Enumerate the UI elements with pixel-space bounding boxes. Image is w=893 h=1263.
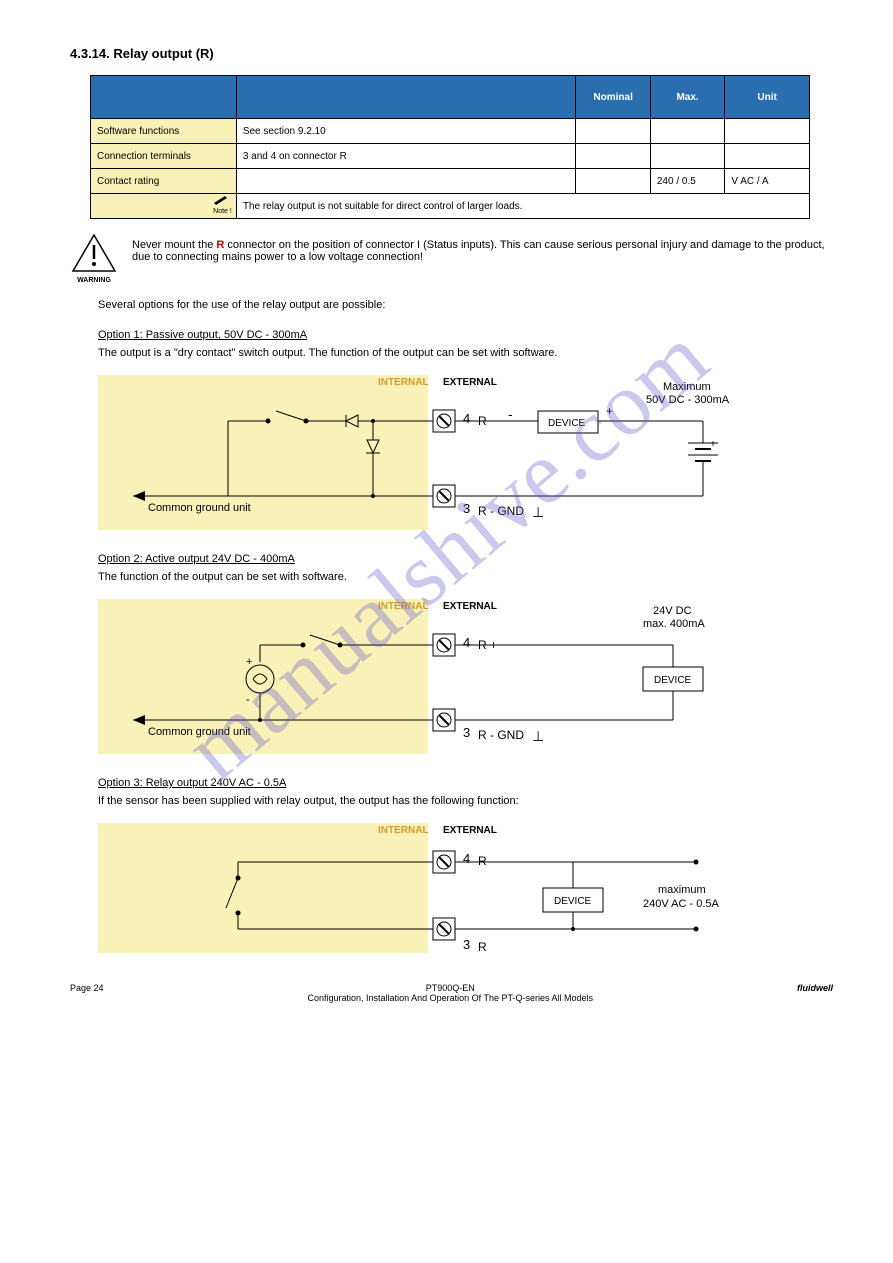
row-col2: See section 9.2.10 [236, 119, 576, 144]
diagram-3-wrap: INTERNAL EXTERNAL 4 R 3 R D [98, 813, 833, 963]
pin3: 3 [463, 725, 470, 740]
row-unit [725, 119, 810, 144]
minus: - [246, 694, 250, 706]
diagram-1: INTERNAL EXTERNAL Maximum 50V DC - 300mA… [98, 365, 798, 535]
diagram-2: INTERNAL EXTERNAL 24V DC max. 400mA 4 R … [98, 589, 798, 759]
row-nom [576, 119, 650, 144]
th-nominal: Nominal [576, 76, 650, 119]
warning-block: WARNING Never mount the R connector on t… [70, 233, 833, 285]
row-col2 [236, 169, 576, 194]
spec-table: Nominal Max. Unit Software functions See… [90, 75, 810, 219]
max-line1: 24V DC [653, 605, 692, 617]
row-nom [576, 169, 650, 194]
row-unit [725, 144, 810, 169]
common-ground: Common ground unit [148, 502, 251, 514]
label-external: EXTERNAL [443, 377, 497, 388]
table-row: Connection terminals 3 and 4 on connecto… [91, 144, 810, 169]
max-line2: max. 400mA [643, 618, 705, 630]
diagram-1-wrap: INTERNAL EXTERNAL Maximum 50V DC - 300mA… [98, 365, 833, 535]
table-row: Contact rating 240 / 0.5 V AC / A [91, 169, 810, 194]
option2-desc: The function of the output can be set wi… [98, 571, 833, 583]
row-unit: V AC / A [725, 169, 810, 194]
device-label: DEVICE [554, 896, 592, 907]
r-top: R [478, 854, 487, 868]
warn-prefix: Never mount the [132, 239, 216, 251]
body-text: Several options for the use of the relay… [98, 299, 833, 311]
th-max: Max. [650, 76, 724, 119]
rgnd-label: R - GND [478, 504, 524, 518]
row-label: Software functions [91, 119, 237, 144]
option3-desc: If the sensor has been supplied with rel… [98, 795, 833, 807]
r-bottom: R [478, 940, 487, 954]
device-label: DEVICE [548, 418, 586, 429]
plus1: + [606, 404, 613, 418]
th-desc [236, 76, 576, 119]
label-external: EXTERNAL [443, 825, 497, 836]
pin4: 4 [463, 635, 470, 650]
table-row: Software functions See section 9.2.10 [91, 119, 810, 144]
max-line1: Maximum [663, 381, 711, 393]
diagram-2-wrap: INTERNAL EXTERNAL 24V DC max. 400mA 4 R … [98, 589, 833, 759]
label-internal: INTERNAL [378, 601, 429, 612]
row-nom [576, 144, 650, 169]
note-text: The relay output is not suitable for dir… [236, 194, 809, 219]
gnd-sym: ⊥ [532, 728, 544, 744]
row-label: Connection terminals [91, 144, 237, 169]
row-max [650, 144, 724, 169]
gnd-sym: ⊥ [532, 504, 544, 520]
page-footer: Page 24 PT900Q-EN Configuration, Install… [70, 983, 833, 1003]
footer-center-1: PT900Q-EN [308, 983, 593, 993]
row-max: 240 / 0.5 [650, 169, 724, 194]
footer-center: PT900Q-EN Configuration, Installation An… [308, 983, 593, 1003]
note-icon: Note ! [213, 194, 232, 216]
common-ground: Common ground unit [148, 726, 251, 738]
note-label-cell: Note ! [91, 194, 237, 219]
pin3: 3 [463, 937, 470, 952]
footer-right: fluidwell [797, 983, 833, 1003]
pin4: 4 [463, 411, 470, 426]
row-max [650, 119, 724, 144]
row-label: Contact rating [91, 169, 237, 194]
pin3: 3 [463, 501, 470, 516]
label-internal: INTERNAL [378, 377, 429, 388]
max-line1: maximum [658, 884, 706, 896]
pin4: 4 [463, 851, 470, 866]
rgnd-label: R - GND [478, 728, 524, 742]
label-internal: INTERNAL [378, 825, 429, 836]
th-blank [91, 76, 237, 119]
footer-left: Page 24 [70, 983, 104, 1003]
footer-center-2: Configuration, Installation And Operatio… [308, 993, 593, 1003]
diagram-3: INTERNAL EXTERNAL 4 R 3 R D [98, 813, 798, 963]
warn-suffix: connector on the position of connector I… [132, 239, 825, 263]
option1-desc: The output is a "dry contact" switch out… [98, 347, 833, 359]
option2-title: Option 2: Active output 24V DC - 400mA [98, 553, 833, 565]
plus: + [246, 656, 252, 668]
max-line2: 50V DC - 300mA [646, 394, 730, 406]
section-title: 4.3.14. Relay output (R) [70, 46, 833, 61]
warning-icon: WARNING [70, 233, 118, 285]
max-line2: 240V AC - 0.5A [643, 898, 719, 910]
minus: - [508, 406, 513, 422]
warning-text: Never mount the R connector on the posit… [118, 233, 833, 263]
row-col2: 3 and 4 on connector R [236, 144, 576, 169]
label-external: EXTERNAL [443, 601, 497, 612]
th-unit: Unit [725, 76, 810, 119]
device-label: DEVICE [654, 675, 692, 686]
table-row-note: Note ! The relay output is not suitable … [91, 194, 810, 219]
option3-title: Option 3: Relay output 240V AC - 0.5A [98, 777, 833, 789]
option1-title: Option 1: Passive output, 50V DC - 300mA [98, 329, 833, 341]
